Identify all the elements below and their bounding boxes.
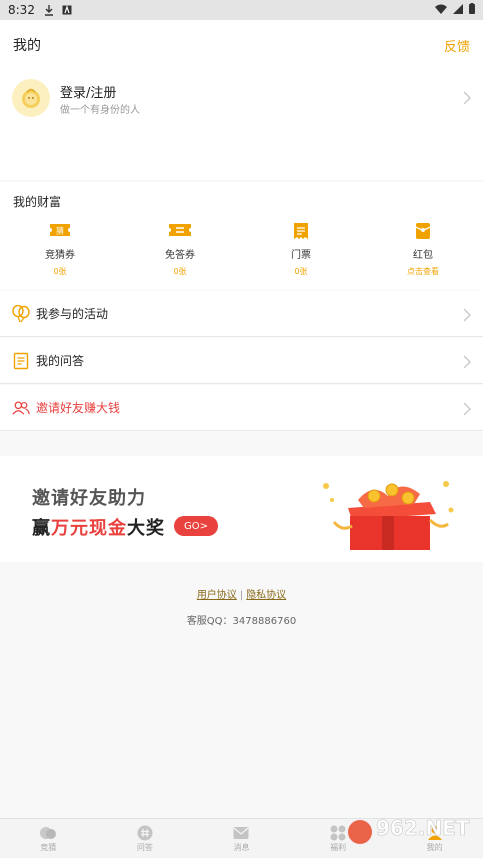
- app-notification-icon: [61, 4, 73, 16]
- wealth-label: 免答券: [165, 250, 195, 261]
- wealth-value: 0张: [53, 267, 67, 276]
- balloon-icon: [12, 304, 30, 323]
- menu-item-my-qa[interactable]: 我的问答: [0, 338, 483, 384]
- tab-label: 福利: [330, 842, 347, 852]
- wealth-item-red-packet[interactable]: 红包 点击查看: [373, 222, 473, 277]
- wealth-title: 我的财富: [13, 195, 62, 209]
- page-header: 我的 反馈: [0, 20, 483, 70]
- tab-label: 消息: [233, 842, 250, 852]
- svg-text:962.NET: 962.NET: [376, 816, 470, 840]
- message-icon: [233, 826, 249, 839]
- wealth-label: 竞猜券: [45, 250, 75, 261]
- menu-label: 我的问答: [36, 354, 85, 368]
- chevron-right-icon: [463, 307, 471, 326]
- profile-card[interactable]: 登录/注册 做一个有身份的人: [0, 70, 483, 180]
- tab-guess[interactable]: 竞猜: [0, 819, 97, 858]
- login-register-link[interactable]: 登录/注册: [60, 82, 116, 101]
- admission-ticket-icon: [251, 222, 351, 240]
- customer-service-qq: 客服QQ：3478886760: [186, 616, 297, 627]
- status-bar: 8:32: [0, 0, 483, 20]
- tab-messages[interactable]: 消息: [193, 819, 290, 858]
- banner-go-button[interactable]: GO>: [174, 516, 218, 536]
- default-avatar-icon: [22, 88, 40, 108]
- avatar[interactable]: [12, 79, 50, 117]
- banner-headline: 邀请好友助力: [32, 488, 146, 509]
- status-time: 8:32: [8, 3, 35, 17]
- guess-icon: [40, 826, 57, 839]
- guess-ticket-icon: 猜: [10, 222, 110, 240]
- wealth-value: 0张: [294, 267, 308, 276]
- chevron-right-icon: [463, 90, 471, 109]
- svg-text:猜: 猜: [56, 226, 64, 236]
- wealth-section: 我的财富 猜 竞猜券 0张 免答券 0张 门票 0张 红包 点击查看: [0, 182, 483, 290]
- privacy-policy-link[interactable]: 隐私协议: [246, 590, 286, 601]
- wealth-label: 红包: [413, 250, 433, 261]
- tab-label: 竞猜: [40, 842, 57, 852]
- menu-item-my-activities[interactable]: 我参与的活动: [0, 291, 483, 337]
- wealth-label: 门票: [291, 250, 311, 261]
- free-answer-ticket-icon: [130, 222, 230, 240]
- wealth-item-admission-ticket[interactable]: 门票 0张: [251, 222, 351, 277]
- wealth-item-free-answer-ticket[interactable]: 免答券 0张: [130, 222, 230, 277]
- tab-qa[interactable]: 问答: [97, 819, 194, 858]
- banner-subline: 赢万元现金大奖: [32, 518, 165, 539]
- battery-icon: [469, 3, 475, 17]
- signal-icon: [453, 3, 463, 17]
- feedback-button[interactable]: 反馈: [444, 36, 470, 55]
- benefits-icon: [330, 825, 346, 840]
- chevron-right-icon: [463, 354, 471, 373]
- invite-banner[interactable]: 邀请好友助力 赢万元现金大奖 GO>: [0, 456, 483, 562]
- tab-label: 问答: [136, 842, 153, 852]
- profile-subtitle: 做一个有身份的人: [60, 105, 140, 116]
- wealth-value: 0张: [173, 267, 187, 276]
- gift-box-icon: [323, 481, 454, 550]
- menu-label: 邀请好友赚大钱: [36, 401, 121, 415]
- wealth-value: 点击查看: [407, 267, 439, 276]
- wealth-item-guess-ticket[interactable]: 猜 竞猜券 0张: [10, 222, 110, 277]
- agreement-links: 用户协议 | 隐私协议: [0, 586, 483, 601]
- download-icon: [43, 4, 55, 16]
- qa-list-icon: [12, 352, 30, 370]
- menu-item-invite-friends[interactable]: 邀请好友赚大钱: [0, 385, 483, 431]
- site-watermark: 962.NET: [348, 816, 470, 844]
- user-agreement-link[interactable]: 用户协议: [197, 590, 237, 601]
- menu-label: 我参与的活动: [36, 307, 109, 321]
- red-packet-icon: [373, 222, 473, 240]
- qa-icon: [137, 825, 153, 840]
- page-title: 我的: [13, 38, 41, 54]
- wifi-icon: [435, 3, 447, 17]
- invite-friends-icon: [12, 399, 30, 417]
- link-separator: |: [239, 590, 244, 601]
- chevron-right-icon: [463, 401, 471, 420]
